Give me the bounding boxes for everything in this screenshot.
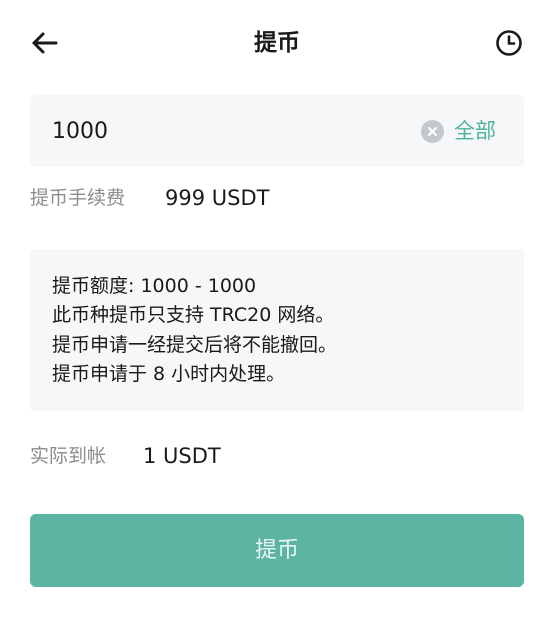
notice-line: 提币申请于 8 小时内处理。 — [52, 363, 286, 385]
notice-line: 提币申请一经提交后将不能撤回。 — [52, 334, 338, 356]
clear-button[interactable] — [421, 120, 444, 143]
received-value: 1 USDT — [143, 444, 221, 468]
withdraw-submit-button[interactable]: 提币 — [30, 514, 524, 587]
received-label: 实际到帐 — [30, 445, 107, 467]
top-bar: 提币 — [0, 0, 554, 86]
withdraw-notice: 提币额度: 1000 - 1000 此币种提币只支持 TRC20 网络。 提币申… — [30, 249, 524, 411]
close-circle-icon — [428, 127, 437, 136]
amount-input[interactable] — [52, 113, 412, 149]
page-title: 提币 — [254, 30, 300, 56]
clock-icon — [496, 30, 522, 56]
fee-value: 999 USDT — [165, 186, 270, 210]
fee-label: 提币手续费 — [30, 187, 126, 209]
withdraw-all-button[interactable]: 全部 — [454, 115, 514, 147]
notice-line: 提币额度: 1000 - 1000 — [52, 275, 257, 297]
history-button[interactable] — [495, 29, 523, 57]
amount-field-container: 全部 — [30, 95, 524, 167]
notice-line: 此币种提币只支持 TRC20 网络。 — [52, 304, 335, 326]
